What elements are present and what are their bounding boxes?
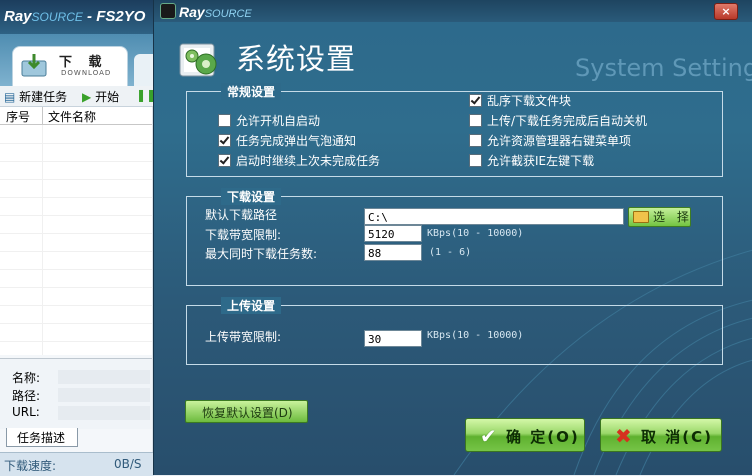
upload-settings-title: 上传设置	[221, 297, 282, 314]
detail-name-label: 名称:	[12, 371, 41, 385]
download-icon	[21, 54, 47, 77]
resume-tasks-checkbox[interactable]	[218, 154, 231, 167]
new-task-icon: ▤	[4, 90, 16, 104]
tab-task-description-label: 任务描述	[17, 431, 66, 445]
dialog-title: 系统设置	[236, 42, 357, 76]
start-button[interactable]: ▶ 开始	[82, 88, 119, 105]
restore-defaults-button[interactable]: 恢复默认设置(D)	[185, 400, 308, 423]
download-bandwidth-input[interactable]: 5120	[364, 225, 422, 242]
detail-url-label: URL:	[12, 405, 40, 419]
new-task-button[interactable]: ▤ 新建任务	[4, 88, 67, 105]
download-speed-label: 下载速度:	[4, 459, 57, 473]
column-header-index[interactable]: 序号	[6, 108, 30, 125]
main-logo-source: SOURCE	[31, 10, 83, 24]
random-blocks-checkbox[interactable]	[469, 94, 482, 107]
download-settings-title: 下载设置	[221, 188, 282, 205]
tab-download[interactable]: 下 载 DOWNLOAD	[12, 46, 128, 87]
close-button[interactable]: ×	[714, 3, 738, 20]
explorer-menu-checkbox[interactable]	[469, 134, 482, 147]
folder-icon	[633, 211, 649, 223]
max-tasks-label: 最大同时下载任务数:	[205, 247, 318, 261]
upload-settings-group: 上传设置 上传带宽限制: 30 KBps(10 - 10000)	[186, 297, 723, 365]
detail-path-label: 路径:	[12, 389, 41, 403]
dialog-title-english: System Setting	[575, 54, 752, 82]
raysource-badge-icon	[160, 3, 176, 19]
upload-bandwidth-input[interactable]: 30	[364, 330, 422, 347]
general-settings-group: 常规设置 允许开机自启动 任务完成弹出气泡通知 启动时继续上次未完成任务 乱序下…	[186, 83, 723, 177]
detail-path-value	[58, 388, 150, 402]
main-app-logo: RaySOURCE - FS2YO	[4, 8, 145, 25]
tab-download-label: 下 载	[59, 55, 108, 70]
main-window: RaySOURCE - FS2YO 下 载 DOWNLOAD ▤ 新建任务 ▶ …	[0, 0, 164, 476]
checkmark-icon: ✔	[480, 424, 497, 448]
tab-task-description[interactable]: 任务描述	[6, 428, 78, 447]
download-speed-value: 0B/S	[114, 457, 142, 471]
general-settings-title: 常规设置	[221, 83, 282, 100]
dialog-app-logo: RaySOURCE	[160, 3, 252, 20]
max-tasks-hint: (1 - 6)	[429, 247, 472, 258]
cross-icon: ✖	[615, 424, 632, 448]
settings-gear-icon	[179, 43, 217, 77]
main-tabbar: 下 载 DOWNLOAD	[0, 34, 164, 87]
ie-capture-checkbox[interactable]	[469, 154, 482, 167]
main-statusbar: 下载速度: 0B/S	[0, 452, 154, 476]
cancel-button[interactable]: ✖ 取 消(C)	[600, 418, 722, 452]
download-settings-group: 下载设置 默认下载路径 C:\ 选 择 下载带宽限制: 5120 KBps(10…	[186, 188, 723, 286]
upload-bandwidth-hint: KBps(10 - 10000)	[427, 330, 524, 341]
default-path-input[interactable]: C:\	[364, 208, 624, 225]
dialog-titlebar[interactable]: RaySOURCE ×	[154, 0, 752, 22]
task-table-body[interactable]	[0, 125, 152, 355]
main-logo-ray: Ray	[4, 8, 32, 25]
dialog-logo-source: SOURCE	[204, 8, 252, 20]
auto-shutdown-checkbox[interactable]	[469, 114, 482, 127]
default-path-label: 默认下载路径	[205, 208, 278, 222]
main-window-title: - FS2YO	[87, 8, 146, 25]
detail-url-value	[58, 406, 150, 420]
detail-name-value	[58, 370, 150, 384]
play-icon: ▶	[82, 90, 92, 104]
download-bandwidth-label: 下载带宽限制:	[205, 228, 282, 242]
tab-download-sublabel: DOWNLOAD	[61, 69, 112, 77]
browse-button[interactable]: 选 择	[628, 207, 691, 227]
main-toolbar: ▤ 新建任务 ▶ 开始 ❚❚	[0, 86, 160, 107]
settings-dialog: RaySOURCE × 系统设置 System Setting 常规设置 允许开…	[153, 0, 752, 475]
main-titlebar: RaySOURCE - FS2YO	[0, 0, 160, 34]
ok-button[interactable]: ✔ 确 定(O)	[465, 418, 585, 452]
download-bandwidth-hint: KBps(10 - 10000)	[427, 228, 524, 239]
task-details-panel: 名称: 路径: URL:	[0, 358, 152, 429]
autostart-checkbox[interactable]	[218, 114, 231, 127]
task-table-header: 序号 文件名称	[0, 107, 160, 125]
upload-bandwidth-label: 上传带宽限制:	[205, 330, 282, 344]
dialog-logo-ray: Ray	[179, 4, 205, 20]
column-header-filename[interactable]: 文件名称	[48, 108, 96, 125]
bubble-notify-checkbox[interactable]	[218, 134, 231, 147]
max-tasks-input[interactable]: 88	[364, 244, 422, 261]
